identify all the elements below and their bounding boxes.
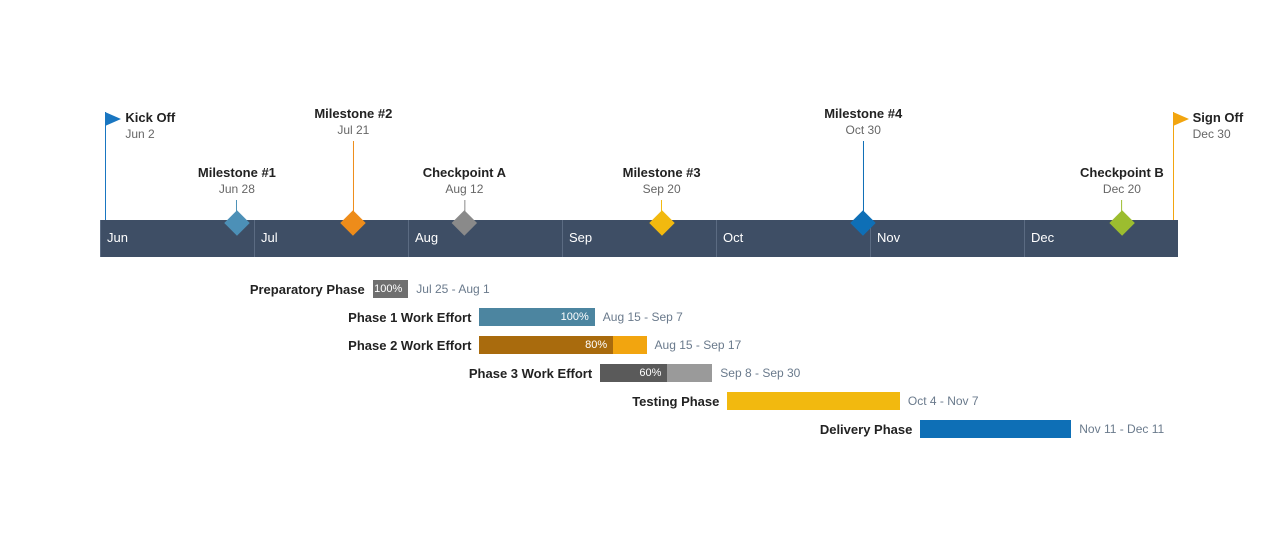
diamond-icon	[452, 210, 477, 235]
milestone-date: Jun 28	[198, 182, 276, 196]
diamond-icon	[341, 210, 366, 235]
task-bar: 100%	[373, 280, 409, 298]
month-tick: Dec	[1024, 220, 1025, 257]
task-label: Phase 1 Work Effort	[348, 310, 479, 325]
milestone-date: Oct 30	[824, 123, 902, 137]
task-bar: 60%	[600, 364, 712, 382]
task-dates: Sep 8 - Sep 30	[712, 366, 800, 380]
task-bar	[920, 420, 1071, 438]
task-row-delivery-phase: Delivery Phase Nov 11 - Dec 11	[0, 420, 1280, 442]
milestone-label: Milestone #4	[824, 106, 902, 121]
month-tick: Aug	[408, 220, 409, 257]
month-label: Jul	[261, 230, 278, 245]
month-label: Nov	[877, 230, 900, 245]
flag-date: Jun 2	[125, 127, 175, 141]
diamond-icon	[649, 210, 674, 235]
task-progress: 100%	[373, 280, 409, 298]
milestone-label: Milestone #2	[314, 106, 392, 121]
task-bar	[727, 392, 899, 410]
task-dates: Jul 25 - Aug 1	[408, 282, 489, 296]
flag-text: Kick Off Jun 2	[125, 110, 175, 141]
milestone-label: Checkpoint B	[1080, 165, 1164, 180]
milestone-milestone-1: Milestone #1 Jun 28	[198, 165, 276, 232]
milestone-label: Checkpoint A	[423, 165, 506, 180]
task-label: Phase 2 Work Effort	[348, 338, 479, 353]
flag-label: Sign Off	[1193, 110, 1244, 125]
task-bar: 100%	[479, 308, 594, 326]
task-dates: Nov 11 - Dec 11	[1071, 422, 1164, 436]
flag-date: Dec 30	[1193, 127, 1244, 141]
month-tick: Oct	[716, 220, 717, 257]
diamond-icon	[1109, 210, 1134, 235]
diamond-icon	[224, 210, 249, 235]
task-progress: 100%	[479, 308, 594, 326]
task-dates: Oct 4 - Nov 7	[900, 394, 979, 408]
milestone-milestone-4: Milestone #4 Oct 30	[824, 106, 902, 232]
task-dates: Aug 15 - Sep 17	[647, 338, 742, 352]
task-label: Delivery Phase	[820, 422, 921, 437]
flag-label: Kick Off	[125, 110, 175, 125]
milestone-date: Sep 20	[623, 182, 701, 196]
milestone-date: Aug 12	[423, 182, 506, 196]
task-row-phase-1-work-effort: Phase 1 Work Effort100%Aug 15 - Sep 7	[0, 308, 1280, 330]
milestone-date: Dec 20	[1080, 182, 1164, 196]
milestone-label: Milestone #3	[623, 165, 701, 180]
task-row-phase-3-work-effort: Phase 3 Work Effort60% Sep 8 - Sep 30	[0, 364, 1280, 386]
diamond-icon	[850, 210, 875, 235]
month-label: Oct	[723, 230, 743, 245]
month-tick: Sep	[562, 220, 563, 257]
task-label: Phase 3 Work Effort	[469, 366, 600, 381]
task-label: Preparatory Phase	[250, 282, 373, 297]
timeline-chart: Jun Jul Aug Sep Oct Nov Dec Kick Off Jun 2 Milest…	[0, 0, 1280, 535]
milestone-checkpoint-a: Checkpoint A Aug 12	[423, 165, 506, 232]
month-label: Dec	[1031, 230, 1054, 245]
task-row-testing-phase: Testing Phase Oct 4 - Nov 7	[0, 392, 1280, 414]
month-label: Aug	[415, 230, 438, 245]
month-label: Sep	[569, 230, 592, 245]
flag-pole	[1173, 112, 1174, 220]
milestone-label: Milestone #1	[198, 165, 276, 180]
task-progress: 60%	[600, 364, 667, 382]
month-tick: Jun	[100, 220, 101, 257]
milestone-milestone-2: Milestone #2 Jul 21	[314, 106, 392, 232]
task-progress: 80%	[479, 336, 613, 354]
flag-icon	[105, 112, 121, 126]
flag-icon	[1173, 112, 1189, 126]
milestone-checkpoint-b: Checkpoint B Dec 20	[1080, 165, 1164, 232]
month-label: Jun	[107, 230, 128, 245]
task-dates: Aug 15 - Sep 7	[595, 310, 683, 324]
task-row-preparatory-phase: Preparatory Phase100%Jul 25 - Aug 1	[0, 280, 1280, 302]
task-row-phase-2-work-effort: Phase 2 Work Effort80% Aug 15 - Sep 17	[0, 336, 1280, 358]
milestone-milestone-3: Milestone #3 Sep 20	[623, 165, 701, 232]
milestone-date: Jul 21	[314, 123, 392, 137]
task-label: Testing Phase	[632, 394, 727, 409]
flag-text: Sign Off Dec 30	[1193, 110, 1244, 141]
flag-pole	[105, 112, 106, 220]
task-bar: 80%	[479, 336, 646, 354]
